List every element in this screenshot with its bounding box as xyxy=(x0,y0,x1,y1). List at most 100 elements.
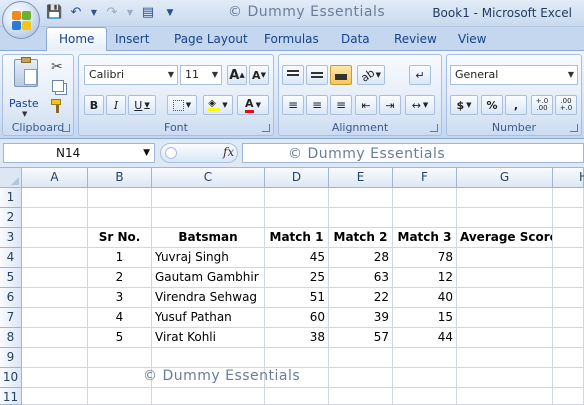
cell-d8[interactable]: 38 xyxy=(265,328,329,348)
cell-a9[interactable] xyxy=(22,348,88,368)
cell-a8[interactable] xyxy=(22,328,88,348)
cell-g6[interactable] xyxy=(457,288,553,308)
cell-f8[interactable]: 44 xyxy=(393,328,457,348)
cell-g11[interactable] xyxy=(457,388,553,405)
increase-indent-button[interactable]: ⇥ xyxy=(379,95,401,115)
customize-qat-icon[interactable]: ▼ xyxy=(162,5,178,21)
cell-e4[interactable]: 28 xyxy=(329,248,393,268)
clipboard-launcher-icon[interactable] xyxy=(62,124,70,132)
bold-button[interactable]: B xyxy=(84,95,104,115)
column-header-f[interactable]: F xyxy=(393,168,457,188)
tab-page-layout[interactable]: Page Layout xyxy=(174,32,248,46)
cell-e9[interactable] xyxy=(329,348,393,368)
row-header[interactable]: 4 xyxy=(0,248,22,268)
paste-button[interactable]: Paste ▼ xyxy=(8,57,44,118)
cell-f6[interactable]: 40 xyxy=(393,288,457,308)
cell-c2[interactable] xyxy=(152,208,265,228)
decrease-decimal-button[interactable]: .00 +.0 xyxy=(555,95,577,115)
cell-f7[interactable]: 15 xyxy=(393,308,457,328)
percent-button[interactable]: % xyxy=(481,95,503,115)
tab-formulas[interactable]: Formulas xyxy=(264,32,319,46)
cell-h5[interactable] xyxy=(553,268,584,288)
cell-f2[interactable] xyxy=(393,208,457,228)
name-box[interactable]: N14 ▼ xyxy=(3,143,155,163)
cell-g5[interactable] xyxy=(457,268,553,288)
cell-g9[interactable] xyxy=(457,348,553,368)
cell-a7[interactable] xyxy=(22,308,88,328)
cell-h2[interactable] xyxy=(553,208,584,228)
align-middle-button[interactable] xyxy=(306,65,328,85)
redo-icon[interactable]: ↷ xyxy=(104,5,120,21)
cell-e2[interactable] xyxy=(329,208,393,228)
cell-b6[interactable]: 3 xyxy=(88,288,152,308)
font-size-select[interactable]: 11 ▼ xyxy=(180,65,222,85)
cell-d4[interactable]: 45 xyxy=(265,248,329,268)
grow-font-button[interactable]: A ▲ xyxy=(227,65,247,85)
underline-button[interactable]: U ▼ xyxy=(128,95,156,115)
row-header[interactable]: 7 xyxy=(0,308,22,328)
cell-e7[interactable]: 39 xyxy=(329,308,393,328)
tab-data[interactable]: Data xyxy=(341,32,370,46)
format-painter-icon[interactable] xyxy=(51,99,65,113)
cell-a11[interactable] xyxy=(22,388,88,405)
cell-e1[interactable] xyxy=(329,188,393,208)
cell-f9[interactable] xyxy=(393,348,457,368)
cell-b8[interactable]: 5 xyxy=(88,328,152,348)
insert-function-button[interactable]: fx xyxy=(223,145,234,159)
italic-button[interactable]: I xyxy=(106,95,126,115)
cell-c11[interactable] xyxy=(152,388,265,405)
cell-b4[interactable]: 1 xyxy=(88,248,152,268)
column-header-b[interactable]: B xyxy=(88,168,152,188)
copy-icon[interactable] xyxy=(52,80,64,92)
tab-insert[interactable]: Insert xyxy=(115,32,149,46)
cell-b2[interactable] xyxy=(88,208,152,228)
row-header[interactable]: 2 xyxy=(0,208,22,228)
cell-d2[interactable] xyxy=(265,208,329,228)
row-header[interactable]: 10 xyxy=(0,368,22,388)
cell-e11[interactable] xyxy=(329,388,393,405)
align-left-button[interactable]: ≡ xyxy=(282,95,304,115)
column-header-a[interactable]: A xyxy=(22,168,88,188)
cell-e3[interactable]: Match 2 xyxy=(329,228,393,248)
cell-f11[interactable] xyxy=(393,388,457,405)
comma-button[interactable]: , xyxy=(505,95,527,115)
cell-h10[interactable] xyxy=(553,368,584,388)
cell-c7[interactable]: Yusuf Pathan xyxy=(152,308,265,328)
cell-b5[interactable]: 2 xyxy=(88,268,152,288)
alignment-launcher-icon[interactable] xyxy=(430,124,438,132)
row-header[interactable]: 11 xyxy=(0,388,22,405)
cell-f4[interactable]: 78 xyxy=(393,248,457,268)
cell-d11[interactable] xyxy=(265,388,329,405)
align-top-button[interactable] xyxy=(282,65,304,85)
cell-g7[interactable] xyxy=(457,308,553,328)
column-header-h[interactable]: H xyxy=(553,168,584,188)
cell-a4[interactable] xyxy=(22,248,88,268)
cell-f1[interactable] xyxy=(393,188,457,208)
font-name-select[interactable]: Calibri ▼ xyxy=(84,65,178,85)
column-header-e[interactable]: E xyxy=(329,168,393,188)
cell-d1[interactable] xyxy=(265,188,329,208)
row-header[interactable]: 1 xyxy=(0,188,22,208)
cell-b1[interactable] xyxy=(88,188,152,208)
cell-c9[interactable] xyxy=(152,348,265,368)
cell-d7[interactable]: 60 xyxy=(265,308,329,328)
merge-center-button[interactable]: ↔ ▼ xyxy=(405,95,435,115)
tab-review[interactable]: Review xyxy=(394,32,437,46)
font-color-button[interactable]: A ▼ xyxy=(237,95,269,115)
row-header[interactable]: 8 xyxy=(0,328,22,348)
cell-a10[interactable] xyxy=(22,368,88,388)
row-header[interactable]: 6 xyxy=(0,288,22,308)
office-button[interactable] xyxy=(2,1,40,39)
decrease-indent-button[interactable]: ⇤ xyxy=(355,95,377,115)
cell-c3[interactable]: Batsman xyxy=(152,228,265,248)
tab-view[interactable]: View xyxy=(458,32,486,46)
align-center-button[interactable]: ≡ xyxy=(306,95,328,115)
cell-d9[interactable] xyxy=(265,348,329,368)
column-header-g[interactable]: G xyxy=(457,168,553,188)
increase-decimal-button[interactable]: +.0 .00 xyxy=(531,95,553,115)
cell-c8[interactable]: Virat Kohli xyxy=(152,328,265,348)
cell-a5[interactable] xyxy=(22,268,88,288)
row-header[interactable]: 5 xyxy=(0,268,22,288)
select-all-button[interactable] xyxy=(0,168,22,188)
cell-g10[interactable] xyxy=(457,368,553,388)
